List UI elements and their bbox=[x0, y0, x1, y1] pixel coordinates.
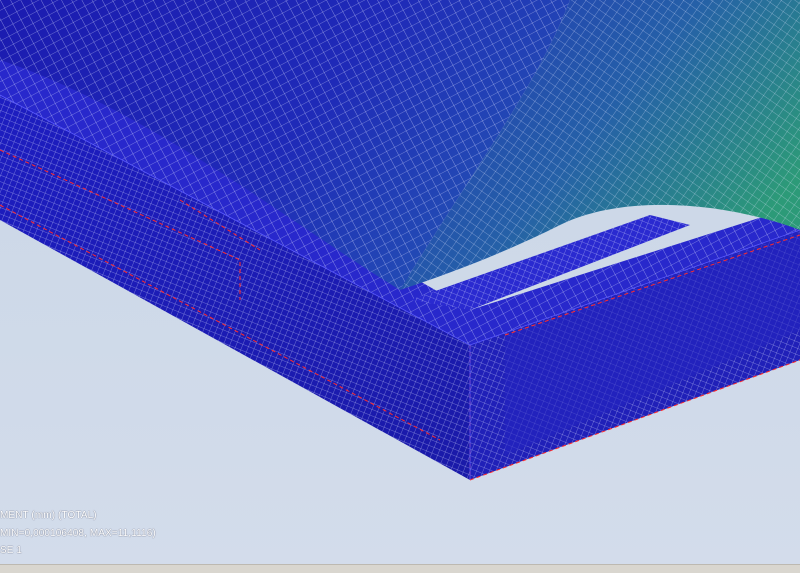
legend-result-label: MENT (mm) (TOTAL) bbox=[0, 510, 97, 521]
deformed-mesh-model bbox=[0, 0, 800, 481]
fea-3d-viewport[interactable]: MENT (mm) (TOTAL) MIN=0,000106408, MAX=1… bbox=[0, 0, 800, 564]
legend-min-max: MIN=0,000106408, MAX=11,1116) bbox=[0, 528, 156, 539]
legend-load-case: SE 1 bbox=[0, 545, 23, 556]
